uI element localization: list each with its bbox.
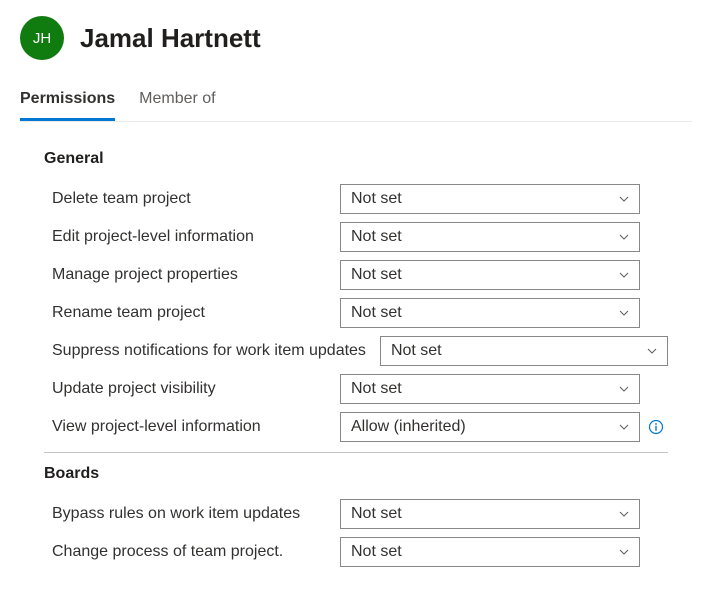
perm-dropdown-edit-project-level-information[interactable]: Not set	[340, 222, 640, 252]
perm-label-change-process: Change process of team project.	[44, 543, 332, 561]
perm-value: Not set	[351, 543, 402, 561]
chevron-down-icon	[617, 192, 631, 206]
chevron-down-icon	[617, 420, 631, 434]
perm-label-delete-team-project: Delete team project	[44, 190, 332, 208]
chevron-down-icon	[617, 507, 631, 521]
perm-dropdown-delete-team-project[interactable]: Not set	[340, 184, 640, 214]
perm-row: Update project visibility Not set	[44, 370, 668, 408]
page-header: JH Jamal Hartnett	[20, 16, 692, 60]
perm-dropdown-update-project-visibility[interactable]: Not set	[340, 374, 640, 404]
perm-value: Allow (inherited)	[351, 418, 466, 436]
perm-row: Rename team project Not set	[44, 294, 668, 332]
perm-label-suppress-notifications: Suppress notifications for work item upd…	[44, 342, 372, 360]
chevron-down-icon	[617, 382, 631, 396]
perm-value: Not set	[351, 228, 402, 246]
section-title-boards: Boards	[44, 465, 668, 483]
perm-label-view-project-level-information: View project-level information	[44, 418, 332, 436]
perm-dropdown-bypass-rules[interactable]: Not set	[340, 499, 640, 529]
perm-row: Bypass rules on work item updates Not se…	[44, 495, 668, 533]
perm-label-bypass-rules: Bypass rules on work item updates	[44, 505, 332, 523]
chevron-down-icon	[617, 268, 631, 282]
perm-dropdown-manage-project-properties[interactable]: Not set	[340, 260, 640, 290]
avatar: JH	[20, 16, 64, 60]
section-title-general: General	[44, 150, 668, 168]
perm-dropdown-view-project-level-information[interactable]: Allow (inherited)	[340, 412, 640, 442]
permissions-panel: General Delete team project Not set Edit…	[20, 121, 692, 577]
perm-dropdown-change-process[interactable]: Not set	[340, 537, 640, 567]
perm-label-edit-project-level-information: Edit project-level information	[44, 228, 332, 246]
page-title: Jamal Hartnett	[80, 23, 261, 54]
perm-label-manage-project-properties: Manage project properties	[44, 266, 332, 284]
perm-row: View project-level information Allow (in…	[44, 408, 668, 446]
perm-row: Change process of team project. Not set	[44, 533, 668, 571]
perm-value: Not set	[391, 342, 442, 360]
perm-value: Not set	[351, 190, 402, 208]
perm-value: Not set	[351, 304, 402, 322]
perm-value: Not set	[351, 380, 402, 398]
permission-section-boards: Bypass rules on work item updates Not se…	[44, 495, 668, 577]
perm-dropdown-rename-team-project[interactable]: Not set	[340, 298, 640, 328]
perm-value: Not set	[351, 266, 402, 284]
perm-value: Not set	[351, 505, 402, 523]
perm-label-update-project-visibility: Update project visibility	[44, 380, 332, 398]
chevron-down-icon	[617, 230, 631, 244]
perm-row: Manage project properties Not set	[44, 256, 668, 294]
permission-section-general: Delete team project Not set Edit project…	[44, 180, 668, 453]
tab-permissions[interactable]: Permissions	[20, 84, 115, 121]
chevron-down-icon	[617, 306, 631, 320]
perm-row: Suppress notifications for work item upd…	[44, 332, 668, 370]
perm-dropdown-suppress-notifications[interactable]: Not set	[380, 336, 668, 366]
chevron-down-icon	[617, 545, 631, 559]
perm-row: Edit project-level information Not set	[44, 218, 668, 256]
chevron-down-icon	[645, 344, 659, 358]
perm-label-rename-team-project: Rename team project	[44, 304, 332, 322]
perm-row: Delete team project Not set	[44, 180, 668, 218]
tab-member-of[interactable]: Member of	[139, 84, 215, 121]
tabs: Permissions Member of	[20, 84, 692, 121]
info-icon[interactable]	[648, 419, 664, 435]
